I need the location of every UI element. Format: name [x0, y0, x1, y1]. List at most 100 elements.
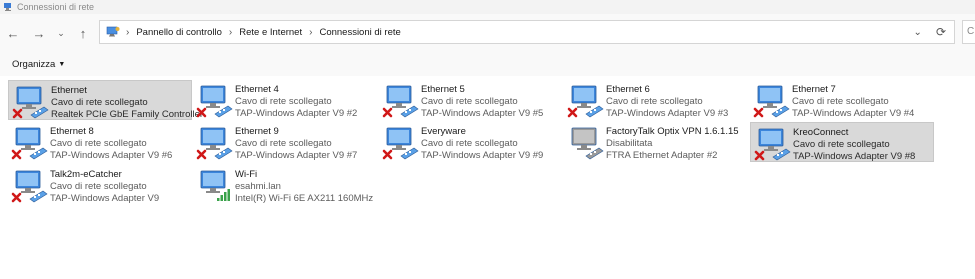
- network-adapter-icon: [567, 85, 604, 118]
- disconnected-x-icon: [196, 149, 207, 160]
- connection-item[interactable]: Everyware Cavo di rete scollegato TAP-Wi…: [379, 122, 563, 162]
- network-adapter-icon: [382, 127, 419, 160]
- address-bar[interactable]: › Pannello di controllo › Rete e Interne…: [99, 20, 955, 44]
- connection-adapter: TAP-Windows Adapter V9 #8: [793, 151, 916, 162]
- disconnected-x-icon: [754, 150, 765, 161]
- breadcrumb-network-internet[interactable]: Rete e Internet: [239, 27, 302, 38]
- connection-item[interactable]: Talk2m-eCatcher Cavo di rete scollegato …: [8, 165, 192, 205]
- window-title: Connessioni di rete: [17, 2, 95, 12]
- connection-adapter: Intel(R) Wi-Fi 6E AX211 160MHz: [235, 193, 374, 204]
- connection-item[interactable]: Ethernet 4 Cavo di rete scollegato TAP-W…: [193, 80, 377, 120]
- network-adapter-icon: [196, 127, 233, 160]
- connections-list: Ethernet Cavo di rete scollegato Realtek…: [0, 76, 975, 279]
- connection-item[interactable]: Ethernet 9 Cavo di rete scollegato TAP-W…: [193, 122, 377, 162]
- network-adapter-icon: [11, 127, 48, 160]
- address-row: ← → ⌄ ↑ › Pannello di controllo › Rete e…: [0, 14, 975, 52]
- connection-text: Ethernet 7 Cavo di rete scollegato TAP-W…: [792, 84, 914, 120]
- chevron-down-icon: ▼: [58, 60, 66, 68]
- forward-button[interactable]: →: [30, 22, 48, 44]
- organize-menu-button[interactable]: Organizza ▼: [12, 59, 65, 70]
- connection-adapter: TAP-Windows Adapter V9 #5: [421, 108, 544, 119]
- connection-item[interactable]: Wi-Fi esahmi.lan Intel(R) Wi-Fi 6E AX211…: [193, 165, 377, 205]
- connection-adapter: TAP-Windows Adapter V9 #3: [606, 108, 729, 119]
- network-adapter-icon: [196, 85, 233, 118]
- connection-text: Ethernet 6 Cavo di rete scollegato TAP-W…: [606, 84, 728, 120]
- connection-status: Cavo di rete scollegato: [421, 138, 518, 149]
- address-history-dropdown-icon[interactable]: ⌄: [914, 27, 922, 38]
- connection-name: Ethernet 8: [50, 126, 94, 137]
- disconnected-x-icon: [382, 107, 393, 118]
- connection-name: Talk2m-eCatcher: [50, 169, 122, 180]
- network-adapter-icon: [753, 85, 790, 118]
- connection-item[interactable]: Ethernet 8 Cavo di rete scollegato TAP-W…: [8, 122, 192, 162]
- connection-status: Cavo di rete scollegato: [421, 96, 518, 107]
- connection-text: Ethernet 4 Cavo di rete scollegato TAP-W…: [235, 84, 357, 120]
- network-adapter-icon: [754, 128, 791, 161]
- connection-item[interactable]: KreoConnect Cavo di rete scollegato TAP-…: [750, 122, 934, 162]
- connection-name: Ethernet 4: [235, 84, 279, 95]
- search-input[interactable]: C: [962, 20, 975, 44]
- disconnected-x-icon: [382, 149, 393, 160]
- connection-name: Everyware: [421, 126, 466, 137]
- recent-locations-button[interactable]: ⌄: [54, 22, 68, 44]
- connection-item[interactable]: Ethernet 6 Cavo di rete scollegato TAP-W…: [564, 80, 748, 120]
- connection-adapter: TAP-Windows Adapter V9 #2: [235, 108, 358, 119]
- refresh-icon[interactable]: ⟳: [936, 25, 946, 39]
- connection-text: Ethernet Cavo di rete scollegato Realtek…: [51, 85, 203, 121]
- connection-text: FactoryTalk Optix VPN 1.6.1.15 Disabilit…: [606, 126, 739, 162]
- disconnected-x-icon: [753, 107, 764, 118]
- signal-bars-icon: [217, 189, 230, 201]
- connection-status: Cavo di rete scollegato: [50, 138, 147, 149]
- connection-status: Disabilitata: [606, 138, 653, 149]
- connection-status: Cavo di rete scollegato: [793, 139, 890, 150]
- up-button[interactable]: ↑: [74, 22, 92, 44]
- connection-status: Cavo di rete scollegato: [50, 181, 147, 192]
- connection-adapter: TAP-Windows Adapter V9 #4: [792, 108, 915, 119]
- connection-text: KreoConnect Cavo di rete scollegato TAP-…: [793, 127, 915, 163]
- connection-text: Ethernet 5 Cavo di rete scollegato TAP-W…: [421, 84, 543, 120]
- connection-status: Cavo di rete scollegato: [792, 96, 889, 107]
- connection-text: Ethernet 9 Cavo di rete scollegato TAP-W…: [235, 126, 357, 162]
- command-bar: Organizza ▼: [0, 52, 975, 76]
- back-button[interactable]: ←: [4, 22, 22, 44]
- breadcrumb-separator-icon: ›: [309, 26, 313, 38]
- network-adapter-disabled-icon: [571, 127, 604, 160]
- connection-adapter: TAP-Windows Adapter V9 #7: [235, 150, 358, 161]
- disconnected-x-icon: [196, 107, 207, 118]
- wifi-adapter-icon: [200, 170, 230, 201]
- connection-text: Everyware Cavo di rete scollegato TAP-Wi…: [421, 126, 543, 162]
- connection-name: Ethernet 9: [235, 126, 279, 137]
- control-panel-icon: [106, 26, 120, 37]
- connection-text: Ethernet 8 Cavo di rete scollegato TAP-W…: [50, 126, 172, 162]
- connection-status: Cavo di rete scollegato: [51, 97, 148, 108]
- connection-item[interactable]: Ethernet Cavo di rete scollegato Realtek…: [8, 80, 203, 120]
- disconnected-x-icon: [11, 149, 22, 160]
- disconnected-x-icon: [12, 108, 23, 119]
- connection-text: Wi-Fi esahmi.lan Intel(R) Wi-Fi 6E AX211…: [235, 169, 373, 205]
- breadcrumb-network-connections[interactable]: Connessioni di rete: [319, 27, 400, 38]
- disconnected-x-icon: [567, 107, 578, 118]
- network-adapter-icon: [382, 85, 419, 118]
- title-bar: Connessioni di rete: [0, 0, 975, 14]
- connection-adapter: Realtek PCIe GbE Family Controller: [51, 109, 204, 120]
- network-adapter-icon: [11, 170, 48, 203]
- connection-status: Cavo di rete scollegato: [235, 96, 332, 107]
- connection-adapter: TAP-Windows Adapter V9 #9: [421, 150, 544, 161]
- connection-name: FactoryTalk Optix VPN 1.6.1.15: [606, 126, 739, 137]
- connection-adapter: TAP-Windows Adapter V9 #6: [50, 150, 173, 161]
- connection-item[interactable]: Ethernet 7 Cavo di rete scollegato TAP-W…: [750, 80, 934, 120]
- connection-name: Wi-Fi: [235, 169, 258, 180]
- connection-text: Talk2m-eCatcher Cavo di rete scollegato …: [50, 169, 159, 205]
- breadcrumb-separator-icon: ›: [228, 26, 233, 38]
- disconnected-x-icon: [11, 192, 22, 203]
- breadcrumb-control-panel[interactable]: Pannello di controllo: [136, 27, 222, 38]
- connection-adapter: FTRA Ethernet Adapter #2: [606, 150, 718, 161]
- connection-name: Ethernet 6: [606, 84, 650, 95]
- connection-item[interactable]: FactoryTalk Optix VPN 1.6.1.15 Disabilit…: [564, 122, 748, 162]
- connection-name: KreoConnect: [793, 127, 849, 138]
- connection-item[interactable]: Ethernet 5 Cavo di rete scollegato TAP-W…: [379, 80, 563, 120]
- breadcrumb-separator-icon: ›: [126, 26, 130, 38]
- connection-status: Cavo di rete scollegato: [606, 96, 703, 107]
- network-adapter-icon: [12, 86, 49, 119]
- connection-name: Ethernet 7: [792, 84, 836, 95]
